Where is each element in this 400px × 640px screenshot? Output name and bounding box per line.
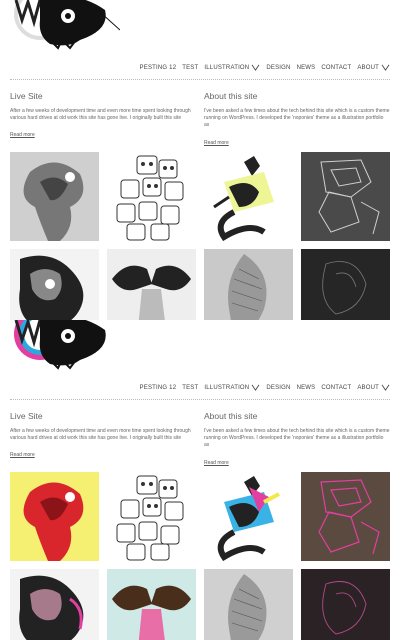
gallery-thumb[interactable] bbox=[301, 569, 390, 640]
warrior-illustration bbox=[204, 472, 293, 561]
read-more-link[interactable]: Read more bbox=[204, 460, 229, 466]
gallery-thumb[interactable] bbox=[204, 569, 293, 640]
nav-item-label: ABOUT bbox=[357, 64, 379, 71]
chevron-down-icon bbox=[251, 384, 260, 391]
chevron-down-icon bbox=[381, 64, 390, 71]
nav-item-label: CONTACT bbox=[321, 384, 352, 391]
robot-heads-illustration bbox=[107, 152, 196, 241]
nav-item-contact[interactable]: CONTACT bbox=[321, 65, 351, 71]
main-nav: PESTING 12 TEST ILLUSTRATION DESIGN NEWS… bbox=[140, 384, 390, 391]
warrior-illustration bbox=[204, 152, 293, 241]
page-frame-monochrome: PESTING 12 TEST ILLUSTRATION DESIGN NEWS… bbox=[0, 0, 400, 320]
nav-item-contact[interactable]: CONTACT bbox=[321, 385, 351, 391]
post-excerpt: I've been asked a few times about the te… bbox=[204, 428, 390, 449]
read-more-link[interactable]: Read more bbox=[10, 452, 35, 458]
post-title[interactable]: About this site bbox=[204, 91, 390, 101]
chevron-down-icon bbox=[251, 64, 260, 71]
read-more-link[interactable]: Read more bbox=[10, 132, 35, 138]
logo-creature-icon bbox=[14, 320, 106, 370]
smoke-portrait-illustration bbox=[10, 569, 99, 640]
creature-tree-illustration bbox=[10, 472, 99, 561]
nav-item-label: NEWS bbox=[296, 64, 316, 71]
post-title[interactable]: Live Site bbox=[10, 91, 196, 101]
nav-item-pesting-12[interactable]: PESTING 12 bbox=[140, 385, 177, 391]
page-frame-color: PESTING 12 TEST ILLUSTRATION DESIGN NEWS… bbox=[0, 320, 400, 640]
nav-item-illustration[interactable]: ILLUSTRATION bbox=[204, 64, 260, 71]
nav-item-illustration[interactable]: ILLUSTRATION bbox=[204, 384, 260, 391]
gallery-thumb[interactable] bbox=[10, 249, 99, 320]
nav-item-news[interactable]: NEWS bbox=[297, 385, 316, 391]
hands-illustration bbox=[107, 249, 196, 320]
geometric-creature-illustration bbox=[301, 472, 390, 561]
nav-item-about[interactable]: ABOUT bbox=[357, 64, 390, 71]
gallery-thumb[interactable] bbox=[301, 249, 390, 320]
robot-heads-illustration bbox=[107, 472, 196, 561]
nav-item-label: CONTACT bbox=[321, 64, 352, 71]
post-about-this-site: About this site I've been asked a few ti… bbox=[204, 411, 390, 469]
gallery-thumb[interactable] bbox=[301, 472, 390, 561]
nav-item-label: ILLUSTRATION bbox=[204, 384, 250, 391]
gallery-thumb[interactable] bbox=[204, 152, 293, 241]
nav-item-label: ABOUT bbox=[357, 384, 379, 391]
geometric-creature-illustration bbox=[301, 152, 390, 241]
main-nav: PESTING 12 TEST ILLUSTRATION DESIGN NEWS… bbox=[140, 64, 390, 71]
nav-item-news[interactable]: NEWS bbox=[297, 65, 316, 71]
nav-item-about[interactable]: ABOUT bbox=[357, 384, 390, 391]
site-logo[interactable] bbox=[10, 320, 120, 370]
nav-item-label: TEST bbox=[182, 64, 199, 71]
post-excerpt: After a few weeks of development time an… bbox=[10, 428, 191, 442]
dark-creature-illustration bbox=[301, 249, 390, 320]
post-title[interactable]: Live Site bbox=[10, 411, 196, 421]
read-more-link[interactable]: Read more bbox=[204, 140, 229, 146]
gallery-thumb[interactable] bbox=[107, 472, 196, 561]
nav-item-label: NEWS bbox=[296, 384, 316, 391]
gallery-thumb[interactable] bbox=[301, 152, 390, 241]
bird-illustration bbox=[204, 569, 293, 640]
nav-item-design[interactable]: DESIGN bbox=[266, 65, 290, 71]
nav-divider bbox=[10, 399, 390, 400]
hands-illustration bbox=[107, 569, 196, 640]
nav-item-label: TEST bbox=[182, 384, 199, 391]
gallery-thumb[interactable] bbox=[107, 152, 196, 241]
nav-divider bbox=[10, 79, 390, 80]
logo-creature-icon bbox=[14, 0, 121, 50]
nav-item-test[interactable]: TEST bbox=[182, 65, 198, 71]
post-title[interactable]: About this site bbox=[204, 411, 390, 421]
post-live-site: Live Site After a few weeks of developme… bbox=[10, 91, 196, 141]
nav-item-label: ILLUSTRATION bbox=[204, 64, 250, 71]
bird-illustration bbox=[204, 249, 293, 320]
gallery-thumb[interactable] bbox=[107, 569, 196, 640]
nav-item-label: PESTING 12 bbox=[139, 64, 177, 71]
nav-item-label: DESIGN bbox=[266, 384, 291, 391]
gallery-thumb[interactable] bbox=[204, 249, 293, 320]
nav-item-label: DESIGN bbox=[266, 64, 291, 71]
smoke-portrait-illustration bbox=[10, 249, 99, 320]
nav-item-label: PESTING 12 bbox=[139, 384, 177, 391]
creature-tree-illustration bbox=[10, 152, 99, 241]
chevron-down-icon bbox=[381, 384, 390, 391]
gallery-thumb[interactable] bbox=[10, 569, 99, 640]
gallery-thumb[interactable] bbox=[10, 152, 99, 241]
post-excerpt: After a few weeks of development time an… bbox=[10, 108, 191, 122]
post-excerpt: I've been asked a few times about the te… bbox=[204, 108, 390, 129]
nav-item-design[interactable]: DESIGN bbox=[266, 385, 290, 391]
post-about-this-site: About this site I've been asked a few ti… bbox=[204, 91, 390, 149]
nav-item-test[interactable]: TEST bbox=[182, 385, 198, 391]
dark-creature-illustration bbox=[301, 569, 390, 640]
nav-item-pesting-12[interactable]: PESTING 12 bbox=[140, 65, 177, 71]
gallery-thumb[interactable] bbox=[204, 472, 293, 561]
gallery-thumb[interactable] bbox=[107, 249, 196, 320]
gallery-thumb[interactable] bbox=[10, 472, 99, 561]
site-logo[interactable] bbox=[10, 0, 121, 50]
post-live-site: Live Site After a few weeks of developme… bbox=[10, 411, 196, 461]
